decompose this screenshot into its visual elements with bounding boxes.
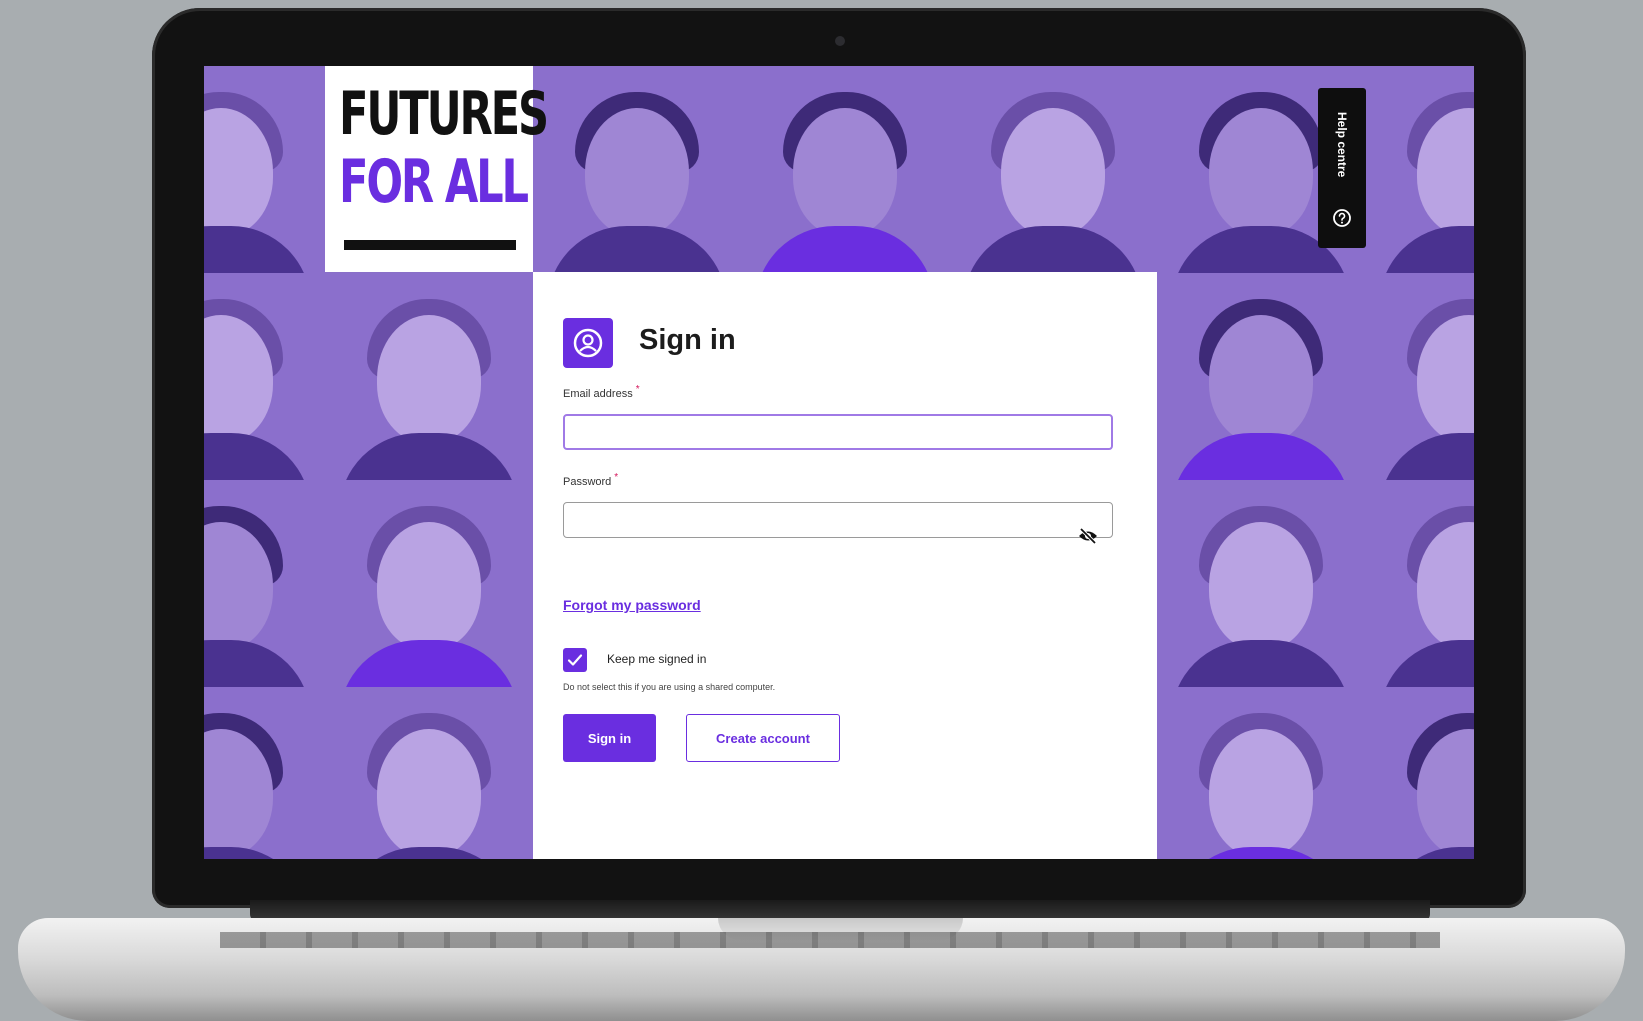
webcam xyxy=(835,36,845,46)
forgot-password-link[interactable]: Forgot my password xyxy=(563,597,701,613)
student-photo xyxy=(1157,273,1365,480)
required-marker: * xyxy=(635,384,640,395)
student-photo xyxy=(949,66,1157,273)
required-marker: * xyxy=(614,472,619,483)
student-photo xyxy=(1365,273,1474,480)
student-photo xyxy=(741,66,949,273)
student-photo xyxy=(204,273,325,480)
logo-underline xyxy=(344,240,516,250)
student-photo xyxy=(204,687,325,859)
sign-in-panel: Sign in Email address * Password * Forgot … xyxy=(533,272,1157,859)
student-photo xyxy=(533,66,741,273)
email-field[interactable] xyxy=(563,414,1113,450)
help-centre-label: Help centre xyxy=(1335,112,1349,178)
student-photo xyxy=(204,480,325,687)
password-field[interactable] xyxy=(563,502,1113,538)
password-label: Password * xyxy=(563,472,618,488)
help-centre-tab[interactable]: Help centre xyxy=(1318,88,1366,248)
eye-slash-icon[interactable] xyxy=(1077,525,1099,547)
page-title: Sign in xyxy=(639,324,736,356)
student-photo xyxy=(1157,687,1365,859)
keep-signed-in-checkbox[interactable] xyxy=(563,648,587,672)
create-account-button[interactable]: Create account xyxy=(686,714,840,762)
shared-computer-hint: Do not select this if you are using a sh… xyxy=(563,682,776,692)
email-label-text: Email address xyxy=(563,388,633,400)
student-photo xyxy=(1157,480,1365,687)
student-photo xyxy=(204,66,325,273)
student-photo xyxy=(1365,687,1474,859)
user-circle-icon xyxy=(563,318,613,368)
logo-line-for-all: FOR ALL xyxy=(339,147,529,217)
password-label-text: Password xyxy=(563,476,612,488)
keep-signed-in-label: Keep me signed in xyxy=(607,652,707,666)
student-photo xyxy=(1365,66,1474,273)
student-photo xyxy=(325,273,533,480)
screen: FUTURES FOR ALL Help centre Sign in Emai… xyxy=(204,66,1474,859)
futures-for-all-logo[interactable]: FUTURES FOR ALL xyxy=(325,66,549,272)
sign-in-button[interactable]: Sign in xyxy=(563,714,656,762)
student-photo xyxy=(325,480,533,687)
checkmark-icon xyxy=(567,654,583,666)
help-circle-icon xyxy=(1333,209,1351,227)
email-label: Email address * xyxy=(563,384,640,400)
student-photo xyxy=(325,687,533,859)
keyboard-edge xyxy=(220,932,1440,948)
student-photo xyxy=(1365,480,1474,687)
logo-line-futures: FUTURES xyxy=(339,79,549,149)
